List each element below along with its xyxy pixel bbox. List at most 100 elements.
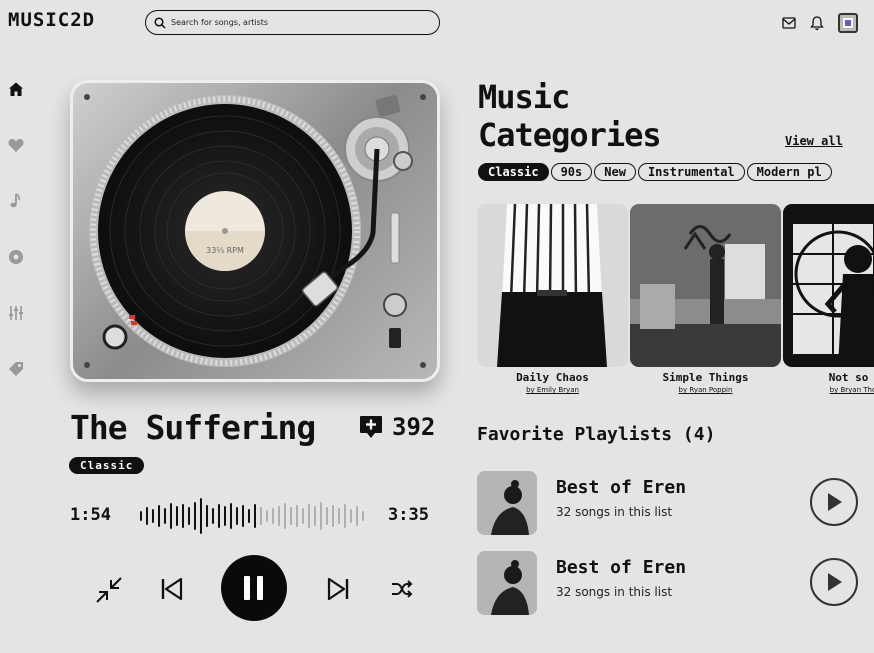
playlist-name: Best of Eren	[556, 557, 687, 578]
waveform-bar	[254, 504, 256, 528]
shuffle-button[interactable]	[386, 573, 418, 605]
waveform-bar	[266, 510, 268, 522]
category-card[interactable]: Daily Chaos by Emily Bryan	[477, 204, 628, 394]
pause-icon	[244, 576, 263, 600]
home-icon[interactable]	[7, 80, 25, 98]
search-icon	[154, 16, 166, 29]
skip-forward-icon	[327, 577, 349, 601]
bell-icon[interactable]	[810, 15, 824, 31]
waveform-bar	[302, 508, 304, 524]
music-note-icon[interactable]	[7, 192, 25, 210]
genre-badge: Classic	[69, 457, 145, 474]
waveform-bar	[158, 505, 160, 527]
category-chips: Classic 90s New Instrumental Modern pl	[478, 163, 874, 181]
favorites-heading: Favorite Playlists (4)	[477, 424, 716, 445]
waveform-bar	[176, 506, 178, 526]
play-playlist-button[interactable]	[810, 558, 858, 606]
waveform-bar	[200, 498, 202, 534]
waveform-bar	[296, 505, 298, 527]
waveform-bar	[188, 507, 190, 525]
categories-heading: Music Categories	[478, 78, 662, 154]
card-artist-link[interactable]: by Bryan Thoma	[783, 386, 874, 394]
search-bar[interactable]	[145, 10, 440, 35]
turntable-visual: 33⅓ RPM	[70, 80, 440, 382]
card-artist-link[interactable]: by Emily Bryan	[477, 386, 628, 394]
like-counter[interactable]: 392	[358, 413, 435, 441]
chip-new[interactable]: New	[594, 163, 636, 181]
waveform-bar	[338, 508, 340, 524]
playlist-song-count: 32 songs in this list	[556, 585, 673, 599]
waveform-bar	[236, 507, 238, 525]
view-all-link[interactable]: View all	[785, 134, 843, 148]
categories-heading-line1: Music	[478, 78, 570, 116]
category-cards: Daily Chaos by Emily Bryan Simple Things…	[477, 204, 874, 404]
playlist-thumbnail	[477, 551, 537, 615]
user-avatar[interactable]	[838, 13, 858, 33]
chip-modern[interactable]: Modern pl	[746, 163, 832, 181]
category-card[interactable]: Simple Things by Ryan Poppin	[630, 204, 781, 394]
waveform-bar	[260, 507, 262, 525]
waveform-bar	[140, 511, 142, 521]
chip-classic[interactable]: Classic	[478, 163, 549, 181]
waveform-bar	[362, 511, 364, 521]
record-label-text: 33⅓ RPM	[206, 246, 244, 255]
waveform-bar	[212, 508, 214, 524]
play-icon	[828, 573, 842, 591]
waveform-bar	[230, 503, 232, 529]
waveform-bar	[314, 506, 316, 526]
search-input[interactable]	[171, 18, 431, 27]
tag-icon[interactable]	[7, 360, 25, 378]
waveform-bar	[194, 502, 196, 530]
waveform-bar	[344, 504, 346, 528]
waveform-bar	[248, 509, 250, 523]
waveform-bar	[170, 503, 172, 529]
header-actions	[782, 13, 858, 33]
chip-instrumental[interactable]: Instrumental	[637, 163, 745, 181]
waveform-bar	[284, 503, 286, 529]
previous-button[interactable]	[156, 573, 188, 605]
pause-button[interactable]	[221, 555, 287, 621]
playlist-song-count: 32 songs in this list	[556, 505, 673, 519]
waveform-bar	[164, 508, 166, 524]
waveform-bar	[146, 507, 148, 525]
playlist-item[interactable]: Best of Eren 32 songs in this list	[477, 471, 862, 535]
play-playlist-button[interactable]	[810, 478, 858, 526]
mail-icon[interactable]	[782, 17, 796, 29]
waveform-bar	[242, 505, 244, 527]
like-count: 392	[392, 413, 436, 441]
card-title: Simple Things	[662, 371, 749, 384]
heart-icon[interactable]	[7, 136, 25, 154]
elapsed-time: 1:54	[70, 505, 111, 525]
waveform-bar	[320, 502, 322, 530]
waveform-bar	[278, 506, 280, 526]
disc-icon[interactable]	[7, 248, 25, 266]
equalizer-icon[interactable]	[7, 304, 25, 322]
sidebar	[6, 80, 26, 378]
card-title: Daily Chaos	[516, 371, 589, 384]
turntable-graphic: 33⅓ RPM	[84, 94, 426, 368]
waveform-bar	[224, 506, 226, 526]
app-logo[interactable]: MUSIC2D	[8, 9, 95, 31]
playlist-thumbnail	[477, 471, 537, 535]
playlist-item[interactable]: Best of Eren 32 songs in this list	[477, 551, 862, 615]
waveform-scrubber[interactable]	[138, 496, 366, 536]
shuffle-icon	[392, 580, 413, 598]
waveform-bar	[356, 506, 358, 526]
waveform-bar	[152, 509, 154, 523]
card-image-graffiti-wall	[630, 204, 781, 367]
card-artist-link[interactable]: by Ryan Poppin	[630, 386, 781, 394]
waveform-bar	[272, 508, 274, 524]
add-favorite-icon[interactable]	[358, 414, 384, 440]
chip-90s[interactable]: 90s	[550, 163, 593, 181]
skip-back-icon	[161, 577, 183, 601]
minimize-button[interactable]	[92, 573, 126, 607]
waveform-bar	[332, 505, 334, 527]
next-button[interactable]	[322, 573, 354, 605]
waveform-bar	[350, 509, 352, 523]
card-image-silhouette	[783, 204, 874, 367]
categories-heading-line2: Categories	[478, 116, 662, 154]
waveform-bar	[308, 504, 310, 528]
collapse-icon	[96, 577, 122, 603]
category-card[interactable]: Not so go by Bryan Thoma	[783, 204, 874, 394]
card-image-striped-shirt	[477, 204, 628, 367]
